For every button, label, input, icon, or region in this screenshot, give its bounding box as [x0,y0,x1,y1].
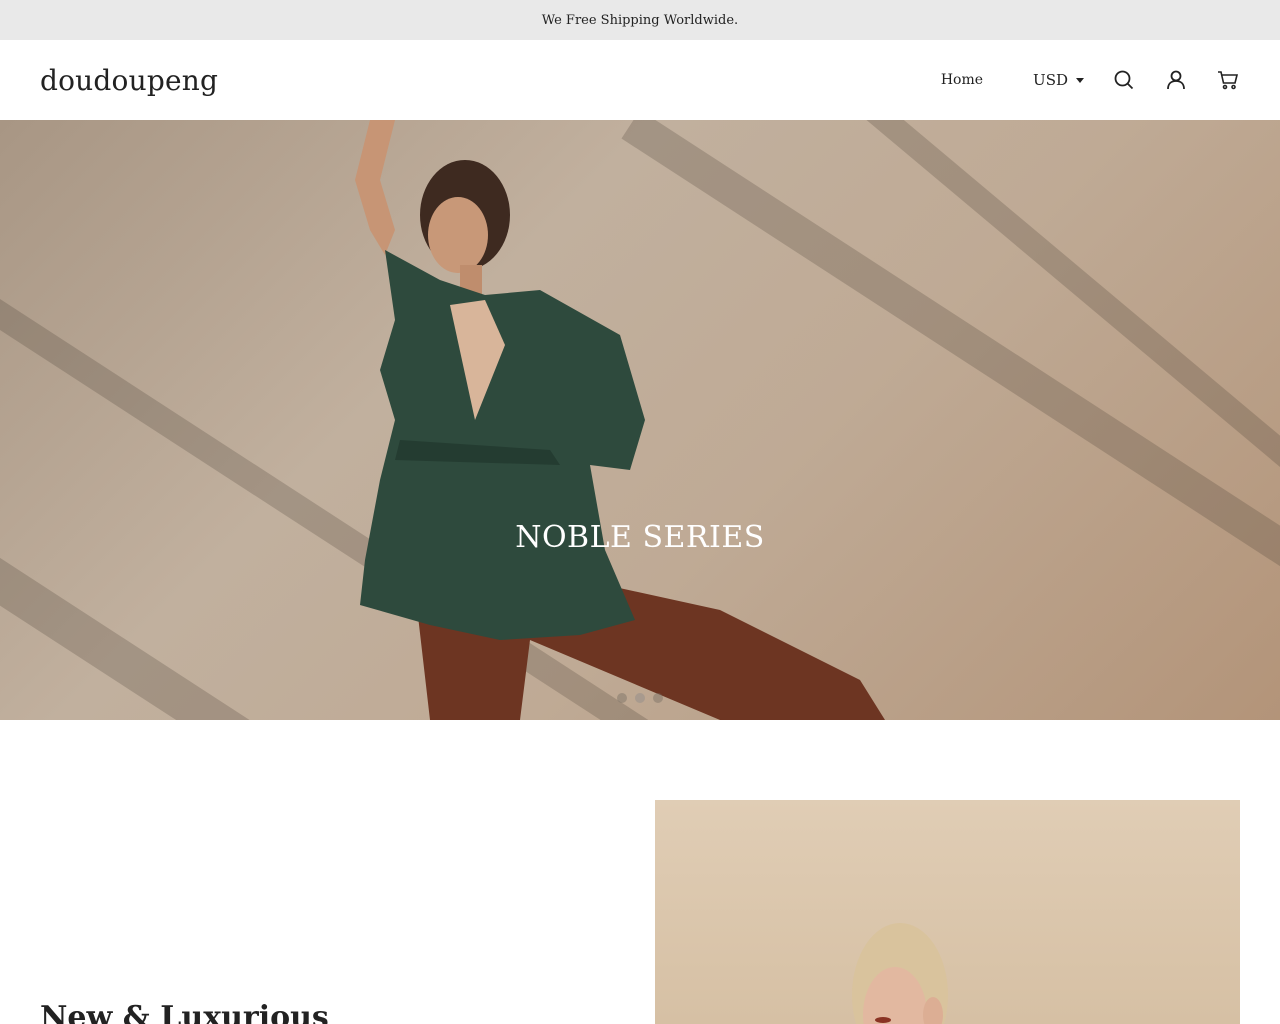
site-logo[interactable]: doudoupeng [40,64,218,97]
currency-selector[interactable]: USD [1033,71,1084,89]
announcement-text: We Free Shipping Worldwide. [541,12,739,28]
hero-title: NOBLE SERIES [515,520,765,555]
feature-section: New & Luxurious [0,720,1280,1024]
header-actions: Home USD [941,68,1240,92]
slide-dot[interactable] [653,693,663,703]
user-icon[interactable] [1164,68,1188,92]
nav-home-link[interactable]: Home [941,72,983,88]
cart-icon[interactable] [1216,68,1240,92]
hero-model-image [355,120,885,720]
search-icon[interactable] [1112,68,1136,92]
slide-dot-active[interactable] [635,693,645,703]
currency-value: USD [1033,71,1068,89]
feature-heading: New & Luxurious [40,1000,329,1024]
hero-slideshow[interactable]: NOBLE SERIES [0,120,1280,720]
slide-dot[interactable] [617,693,627,703]
slideshow-dots [0,693,1280,703]
feature-model-image [655,800,1240,1024]
caret-down-icon [1076,77,1084,83]
announcement-bar: We Free Shipping Worldwide. [0,0,1280,40]
site-header: doudoupeng Home USD [0,40,1280,120]
